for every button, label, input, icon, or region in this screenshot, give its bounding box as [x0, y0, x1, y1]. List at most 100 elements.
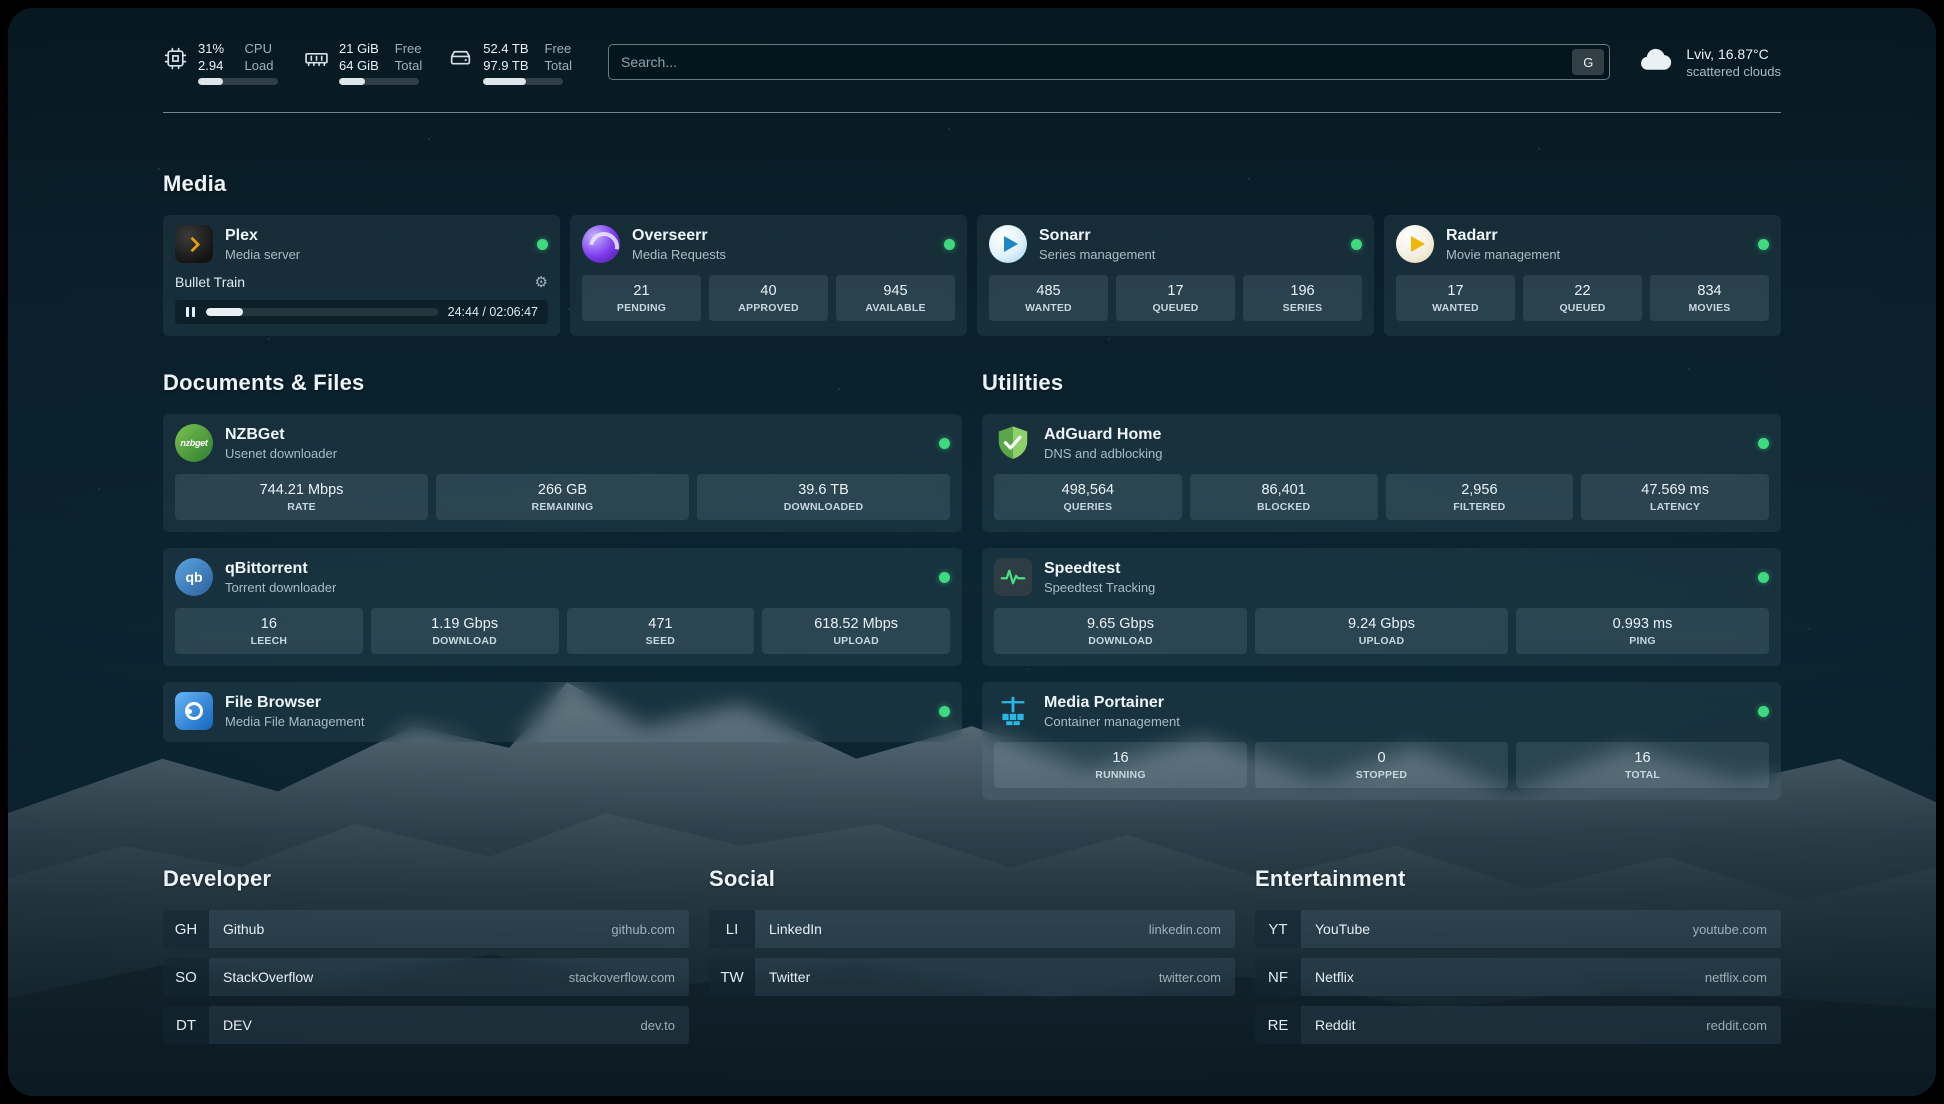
bookmark-github[interactable]: GH Github github.com: [163, 910, 689, 948]
cloud-icon: [1638, 42, 1674, 83]
stat-block: 485 WANTED: [989, 275, 1108, 321]
stat-block: 9.24 Gbps UPLOAD: [1255, 608, 1508, 654]
bookmark-url: reddit.com: [1706, 1018, 1767, 1033]
stat-block: 744.21 Mbps RATE: [175, 474, 428, 520]
status-dot: [1758, 572, 1769, 583]
service-card-overseerr[interactable]: Overseerr Media Requests 21 PENDING 40 A…: [570, 215, 967, 336]
service-name: File Browser: [225, 693, 364, 713]
bookmark-linkedin[interactable]: LI LinkedIn linkedin.com: [709, 910, 1235, 948]
stat-block: 22 QUEUED: [1523, 275, 1642, 321]
bookmark-netflix[interactable]: NF Netflix netflix.com: [1255, 958, 1781, 996]
playback-progress-track[interactable]: [206, 308, 438, 316]
service-name: Radarr: [1446, 226, 1560, 246]
playback-progress-fill: [206, 308, 243, 316]
service-name: Overseerr: [632, 226, 726, 246]
bookmark-abbr: LI: [709, 910, 755, 948]
disk-widget: 52.4 TB Free 97.9 TB Total: [448, 40, 572, 85]
pause-icon[interactable]: [184, 307, 196, 317]
status-dot: [939, 438, 950, 449]
stat-block: 1.19 Gbps DOWNLOAD: [371, 608, 559, 654]
stat-block: 16 TOTAL: [1516, 742, 1769, 788]
section-title-utilities: Utilities: [982, 370, 1781, 396]
service-card-filebrowser[interactable]: File Browser Media File Management: [163, 682, 962, 742]
status-dot: [1758, 438, 1769, 449]
search-bar[interactable]: G: [608, 44, 1610, 80]
service-card-speedtest[interactable]: Speedtest Speedtest Tracking 9.65 Gbps D…: [982, 548, 1781, 666]
cpu-widget: 31% CPU 2.94 Load: [163, 40, 278, 85]
top-bar: 31% CPU 2.94 Load: [163, 38, 1781, 86]
service-desc: Torrent downloader: [225, 579, 336, 596]
stat-block: 40 APPROVED: [709, 275, 828, 321]
memory-widget: 21 GiB Free 64 GiB Total: [304, 40, 422, 85]
stat-block: 834 MOVIES: [1650, 275, 1769, 321]
dashboard-window: 31% CPU 2.94 Load: [8, 8, 1936, 1096]
service-card-qbittorrent[interactable]: qb qBittorrent Torrent downloader 16: [163, 548, 962, 666]
status-dot: [1351, 239, 1362, 250]
stat-block: 21 PENDING: [582, 275, 701, 321]
weather-widget[interactable]: Lviv, 16.87°C scattered clouds: [1638, 42, 1781, 83]
disk-progress-bar: [483, 78, 563, 85]
bookmark-url: twitter.com: [1159, 970, 1221, 985]
filebrowser-icon: [175, 692, 213, 730]
settings-gear-icon[interactable]: ⚙: [535, 273, 548, 291]
bookmark-abbr: SO: [163, 958, 209, 996]
stat-block: 39.6 TB DOWNLOADED: [697, 474, 950, 520]
bookmark-youtube[interactable]: YT YouTube youtube.com: [1255, 910, 1781, 948]
cpu-icon: [163, 46, 188, 76]
stat-block: 9.65 Gbps DOWNLOAD: [994, 608, 1247, 654]
topbar-divider: [163, 112, 1781, 113]
service-name: NZBGet: [225, 425, 337, 445]
section-title-documents: Documents & Files: [163, 370, 962, 396]
service-card-plex[interactable]: Plex Media server Bullet Train ⚙ 24:44 /…: [163, 215, 560, 336]
memory-free: 21 GiB: [339, 40, 379, 57]
stat-block: 17 WANTED: [1396, 275, 1515, 321]
status-dot: [1758, 239, 1769, 250]
service-name: Sonarr: [1039, 226, 1155, 246]
memory-icon: [304, 46, 329, 76]
service-card-nzbget[interactable]: nzbget NZBGet Usenet downloader 744.21 M…: [163, 414, 962, 532]
bookmark-name: Netflix: [1315, 969, 1354, 985]
stat-block: 86,401 BLOCKED: [1190, 474, 1378, 520]
service-name: AdGuard Home: [1044, 425, 1163, 445]
bookmark-url: youtube.com: [1693, 922, 1767, 937]
status-dot: [1758, 706, 1769, 717]
service-card-adguard[interactable]: AdGuard Home DNS and adblocking 498,564 …: [982, 414, 1781, 532]
bookmark-url: github.com: [611, 922, 675, 937]
service-desc: Container management: [1044, 713, 1180, 730]
search-input[interactable]: [621, 54, 1572, 70]
sonarr-icon: [989, 225, 1027, 263]
bookmark-name: Github: [223, 921, 264, 937]
cpu-percent: 31%: [198, 40, 229, 57]
search-engine-button[interactable]: G: [1572, 49, 1604, 75]
bookmark-abbr: NF: [1255, 958, 1301, 996]
service-card-sonarr[interactable]: Sonarr Series management 485 WANTED 17 Q…: [977, 215, 1374, 336]
bookmark-name: DEV: [223, 1017, 252, 1033]
bookmarks-developer: Developer GH Github github.com SO StackO…: [163, 866, 689, 1054]
bookmark-twitter[interactable]: TW Twitter twitter.com: [709, 958, 1235, 996]
bookmark-name: LinkedIn: [769, 921, 822, 937]
bookmark-url: linkedin.com: [1149, 922, 1221, 937]
radarr-icon: [1396, 225, 1434, 263]
bookmark-reddit[interactable]: RE Reddit reddit.com: [1255, 1006, 1781, 1044]
service-card-portainer[interactable]: Media Portainer Container management 16 …: [982, 682, 1781, 800]
service-desc: DNS and adblocking: [1044, 445, 1163, 462]
service-name: Plex: [225, 226, 300, 246]
section-title-social: Social: [709, 866, 1235, 892]
cpu-load: 2.94: [198, 57, 229, 74]
cpu-progress-bar: [198, 78, 278, 85]
bookmark-dev[interactable]: DT DEV dev.to: [163, 1006, 689, 1044]
portainer-icon: [994, 692, 1032, 730]
service-card-radarr[interactable]: Radarr Movie management 17 WANTED 22 QUE…: [1384, 215, 1781, 336]
playback-bar[interactable]: 24:44 / 02:06:47: [175, 300, 548, 324]
status-dot: [939, 706, 950, 717]
bookmark-stackoverflow[interactable]: SO StackOverflow stackoverflow.com: [163, 958, 689, 996]
stat-block: 945 AVAILABLE: [836, 275, 955, 321]
stat-block: 2,956 FILTERED: [1386, 474, 1574, 520]
weather-location-temp: Lviv, 16.87°C: [1686, 45, 1781, 63]
bookmark-abbr: YT: [1255, 910, 1301, 948]
bookmark-abbr: TW: [709, 958, 755, 996]
service-name: qBittorrent: [225, 559, 336, 579]
stat-block: 196 SERIES: [1243, 275, 1362, 321]
memory-total: 64 GiB: [339, 57, 379, 74]
stat-block: 0.993 ms PING: [1516, 608, 1769, 654]
